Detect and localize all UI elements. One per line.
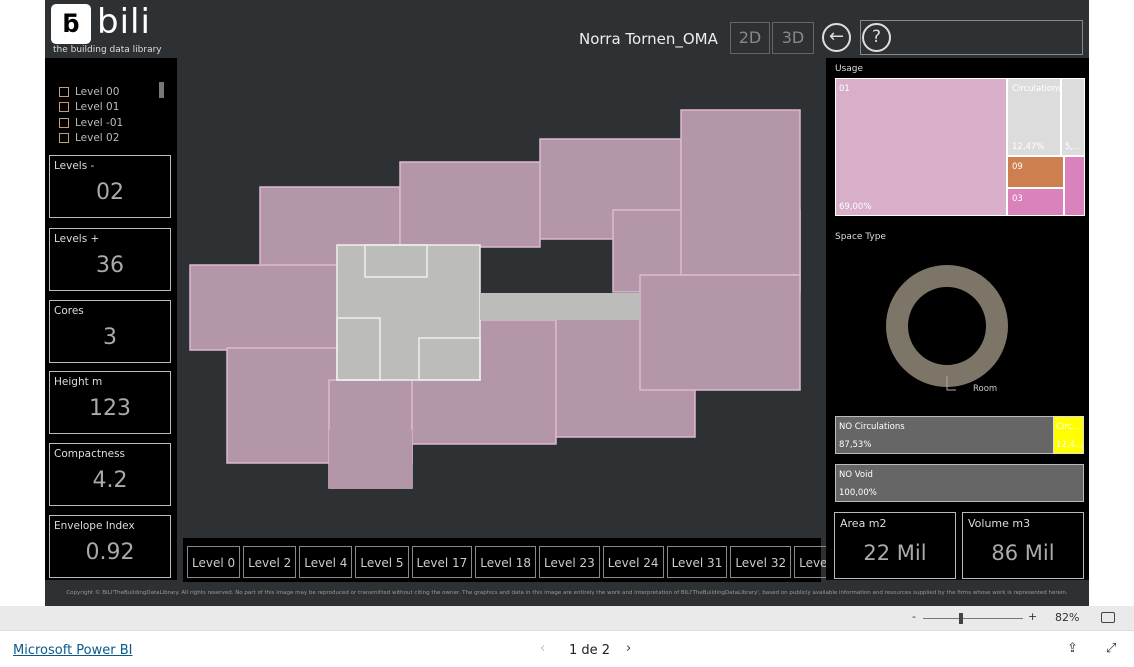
right-panel: Usage 01 69,00% Circulations 12,47% 5,... … (826, 58, 1089, 580)
level-buttons: Level 0 Level 2 Level 4 Level 5 Level 17 Leve… (183, 538, 919, 582)
space-type-donut (886, 265, 1008, 391)
floor-zone[interactable] (189, 264, 341, 351)
treemap-tile-circulations[interactable]: Circulations 12,47% (1007, 78, 1062, 156)
treemap-tile-09[interactable]: 09 (1007, 156, 1064, 188)
level-button[interactable]: Level 5 (355, 546, 409, 578)
fullscreen-icon[interactable]: ⤢ (1106, 641, 1116, 656)
zoom-bar: - + 82% (0, 606, 1134, 630)
usage-title: Usage (835, 64, 864, 74)
tile-value: 5,... (1065, 142, 1082, 152)
zoom-value: 82% (1055, 611, 1080, 624)
bar-value: 12,4... (1056, 440, 1084, 450)
card-label: Volume m3 (968, 517, 1031, 530)
tile-label: 09 (1012, 162, 1023, 172)
bar-value: 87,53% (839, 440, 872, 450)
help-button[interactable]: ? (860, 20, 1083, 55)
no-void-bar[interactable]: NO Void 100,00% (835, 464, 1084, 502)
zoom-in-button[interactable]: + (1028, 610, 1037, 623)
bar-label: NO Void (839, 470, 873, 480)
next-page-icon[interactable]: › (626, 641, 631, 656)
fit-to-page-icon[interactable] (1101, 612, 1115, 623)
card-label: Area m2 (840, 517, 887, 530)
level-button[interactable]: Level 17 (411, 546, 473, 578)
area-card: Area m2 22 Mil (834, 512, 956, 579)
floor-zone[interactable] (680, 109, 801, 276)
prev-page-icon[interactable]: ‹ (540, 641, 545, 656)
power-bi-link[interactable]: Microsoft Power BI (13, 643, 132, 658)
zoom-out-button[interactable]: - (912, 610, 916, 623)
floor-plan (189, 109, 801, 489)
back-arrow-icon[interactable]: ← (822, 23, 851, 52)
level-button[interactable]: Level 0 (187, 546, 241, 578)
share-icon[interactable]: ⇪ (1067, 641, 1078, 656)
level-button[interactable]: Level 23 (539, 546, 600, 578)
volume-card: Volume m3 86 Mil (962, 512, 1084, 579)
zoom-slider[interactable] (923, 618, 1023, 619)
treemap-tile-other[interactable]: 5,... (1061, 78, 1085, 156)
level-button[interactable]: Level 32 (730, 546, 792, 578)
core-zone[interactable] (336, 244, 481, 381)
corridor[interactable] (480, 293, 640, 320)
donut-slice-room[interactable] (886, 265, 1008, 387)
circulations-bar[interactable]: Circ... 12,4... (1053, 416, 1084, 454)
card-value: 22 Mil (863, 541, 927, 565)
level-button[interactable]: Level 2 (243, 546, 297, 578)
tile-value: 69,00% (839, 202, 872, 212)
space-type-title: Space Type (835, 232, 886, 242)
footer: Microsoft Power BI ‹ 1 de 2 › ⇪ ⤢ (0, 630, 1134, 667)
no-circulations-bar[interactable]: NO Circulations 87,53% (835, 416, 1054, 454)
page-indicator: 1 de 2 (569, 643, 611, 658)
kpi-value: 0.92 (85, 540, 135, 565)
tile-label: 01 (839, 84, 850, 94)
report-canvas: ƃ bili the building data library Norra T… (45, 0, 1089, 606)
bar-label: Circ... (1056, 422, 1081, 432)
tile-label: Circulations (1012, 84, 1062, 94)
level-button[interactable]: Level 4 (299, 546, 353, 578)
treemap-tile-01[interactable]: 01 69,00% (835, 78, 1007, 216)
tile-label: 03 (1012, 194, 1023, 204)
treemap-tile-03[interactable]: 03 (1007, 188, 1064, 216)
donut-label: Room (973, 384, 998, 394)
floor-zone[interactable] (639, 274, 801, 391)
zoom-slider-handle[interactable] (959, 613, 963, 624)
floor-zone[interactable] (399, 161, 541, 248)
bar-value: 100,00% (839, 488, 877, 498)
card-value: 86 Mil (991, 541, 1055, 565)
level-button[interactable]: Level 18 (475, 546, 537, 578)
tile-value: 12,47% (1012, 142, 1045, 152)
level-button[interactable]: Level 31 (666, 546, 728, 578)
copyright-text: Copyright © BILI'TheBuildingDataLibrary.… (66, 590, 1068, 596)
treemap-tile-small[interactable] (1064, 156, 1085, 216)
help-icon: ? (862, 23, 891, 52)
bar-label: NO Circulations (839, 422, 905, 432)
level-button[interactable]: Level 24 (602, 546, 664, 578)
